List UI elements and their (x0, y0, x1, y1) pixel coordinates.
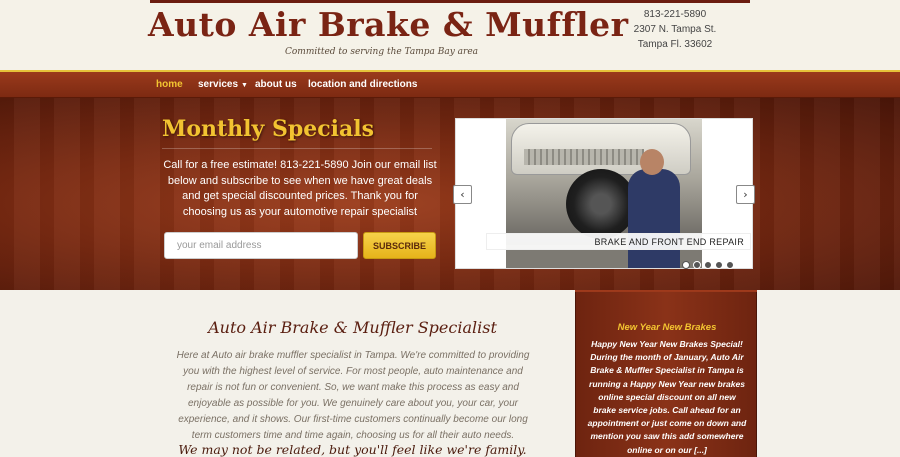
slider-dot-5[interactable] (726, 261, 734, 269)
tagline-quote: We may not be related, but you'll feel l… (178, 442, 527, 457)
slider-pagination (682, 261, 737, 270)
main-nav: home services ▼ about us location and dir… (0, 70, 900, 98)
nav-item-location[interactable]: location and directions (308, 79, 417, 90)
nav-item-home[interactable]: home (156, 79, 183, 90)
sidebar-title[interactable]: New Year New Brakes (576, 322, 758, 333)
wheel (566, 169, 636, 239)
nav-item-label: services (198, 79, 239, 90)
nav-item-label: location and directions (308, 79, 418, 90)
address-line-1: 2307 N. Tampa St. (633, 24, 717, 35)
main-content: Auto Air Brake & Muffler Specialist Here… (0, 290, 900, 457)
email-input[interactable] (164, 232, 358, 259)
hero-description: Call for a free estimate! 813-221-5890 J… (163, 159, 437, 218)
site-tagline: Committed to serving the Tampa Bay area (285, 47, 479, 57)
specials-sidebar: New Year New Brakes Happy New Year New B… (575, 292, 757, 457)
slider-dot-2[interactable] (693, 261, 701, 269)
mechanic-body (628, 169, 680, 268)
chevron-left-icon: ‹ (460, 188, 465, 201)
mechanic-head (640, 149, 664, 175)
contact-info: 813-221-5890 2307 N. Tampa St. Tampa Fl.… (620, 7, 730, 52)
nav-item-label: about us (255, 79, 297, 90)
header-topline (150, 0, 750, 3)
site-logo-title[interactable]: Auto Air Brake & Muffler (148, 5, 628, 44)
slider-next-button[interactable]: › (736, 185, 755, 204)
chevron-right-icon: › (743, 188, 748, 201)
hero-banner: Monthly Specials Call for a free estimat… (0, 98, 900, 290)
nav-item-label: home (156, 79, 183, 90)
page-title: Auto Air Brake & Muffler Specialist (208, 318, 497, 337)
chevron-down-icon: ▼ (241, 82, 248, 89)
slider-prev-button[interactable]: ‹ (453, 185, 472, 204)
subscribe-button[interactable]: SUBSCRIBE (363, 232, 436, 259)
nav-item-services[interactable]: services ▼ (198, 79, 248, 90)
nav-item-about-us[interactable]: about us (255, 79, 297, 90)
site-header: Auto Air Brake & Muffler Committed to se… (0, 0, 900, 70)
sidebar-text: Happy New Year New Brakes Special! Durin… (587, 339, 747, 455)
intro-paragraph: Here at Auto air brake muffler specialis… (176, 350, 530, 441)
slider-dot-1[interactable] (682, 261, 690, 269)
address-line-2: Tampa Fl. 33602 (637, 39, 713, 50)
grill (524, 149, 644, 165)
hero-divider (162, 148, 432, 149)
phone-number: 813-221-5890 (643, 9, 707, 20)
slide-caption: BRAKE AND FRONT END REPAIR (486, 233, 751, 250)
slider-dot-4[interactable] (715, 261, 723, 269)
slider-dot-3[interactable] (704, 261, 712, 269)
hero-title: Monthly Specials (162, 116, 374, 142)
image-slider[interactable]: BRAKE AND FRONT END REPAIR (455, 118, 753, 269)
